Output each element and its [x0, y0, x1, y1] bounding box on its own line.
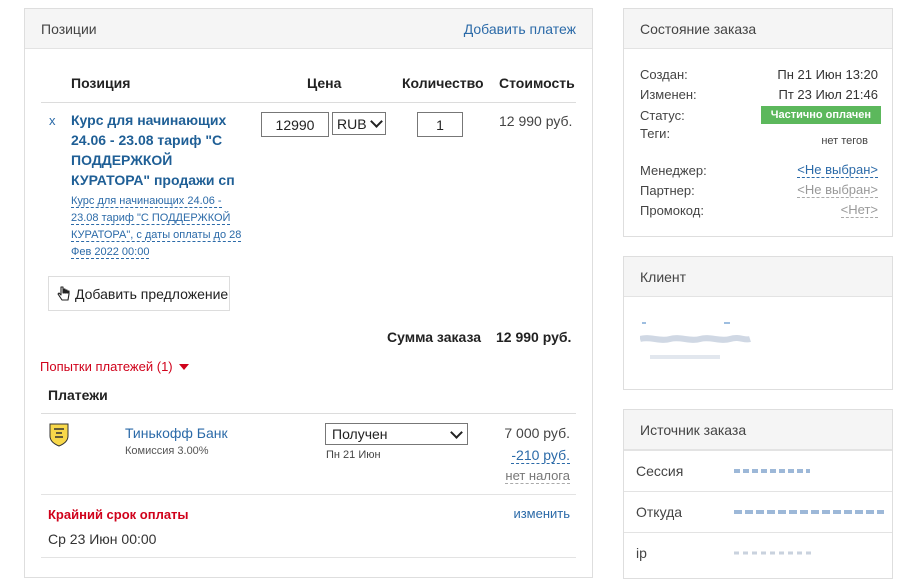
price-input[interactable]: 12990 [261, 112, 329, 137]
tags-label: Теги: [640, 126, 671, 141]
tinkoff-logo-icon [49, 423, 69, 447]
manager-row: Менеджер: <Не выбран> [640, 160, 878, 180]
order-sum-value: 12 990 руб. [496, 329, 572, 345]
payment-tax-link[interactable]: нет налога [505, 468, 570, 484]
payment-attempts-toggle[interactable]: Попытки платежей (1) [40, 359, 189, 374]
quantity-input-value: 1 [436, 116, 444, 133]
manager-select-link[interactable]: <Не выбран> [797, 162, 878, 178]
payment-status-select[interactable]: Получен [325, 423, 468, 445]
currency-select[interactable]: RUB [332, 112, 386, 135]
deadline-label: Крайний срок оплаты [48, 507, 189, 522]
payment-fee-link[interactable]: -210 руб. [511, 447, 570, 464]
payment-bank-link[interactable]: Тинькофф Банк [125, 425, 228, 441]
positions-header: Позиции Добавить платеж [25, 9, 592, 49]
created-row: Создан: Пн 21 Июн 13:20 [640, 64, 878, 84]
deadline-divider [41, 557, 576, 558]
source-session-row: Сессия [624, 450, 892, 491]
status-row: Статус: Частично оплачен [640, 105, 881, 125]
client-header: Клиент [624, 257, 892, 297]
changed-row: Изменен: Пт 23 Июл 21:46 [640, 84, 878, 104]
tags-value: нет тегов [821, 135, 868, 147]
redacted-scribble-icon [639, 322, 751, 359]
changed-label: Изменен: [640, 86, 697, 102]
partner-label: Партнер: [640, 182, 695, 198]
quantity-input[interactable]: 1 [417, 112, 463, 137]
redacted-url-icon [734, 510, 884, 514]
item-cost: 12 990 руб. [499, 113, 573, 129]
hand-pointer-icon [57, 285, 70, 301]
add-offer-label: Добавить предложение [75, 285, 229, 302]
header-divider [41, 102, 576, 103]
payment-tax-text[interactable]: нет налога [505, 468, 570, 484]
add-offer-button[interactable]: Добавить предложение [48, 276, 230, 311]
source-title: Источник заказа [640, 421, 747, 438]
remove-item-button[interactable]: x [49, 113, 56, 128]
client-info-redacted [639, 317, 760, 367]
column-quantity: Количество [402, 75, 484, 91]
promo-select-link[interactable]: <Нет> [840, 202, 878, 218]
source-session-label: Сессия [636, 463, 684, 479]
manager-label: Менеджер: [640, 162, 707, 178]
source-header: Источник заказа [624, 410, 892, 450]
order-state-header: Состояние заказа [624, 9, 892, 49]
payment-amount: 7 000 руб. [504, 425, 570, 441]
payment-divider [41, 494, 576, 495]
currency-select-value: RUB [337, 115, 367, 132]
redacted-ip-icon [734, 551, 812, 555]
promo-row: Промокод: <Нет> [640, 200, 878, 220]
payment-date: Пн 21 Июн [326, 449, 381, 461]
order-state-panel: Состояние заказа Создан: Пн 21 Июн 13:20… [623, 8, 893, 237]
status-badge: Частично оплачен [760, 106, 881, 124]
deadline-value: Ср 23 Июн 00:00 [48, 531, 157, 547]
created-value: Пн 21 Июн 13:20 [777, 66, 878, 82]
price-input-value: 12990 [275, 116, 315, 133]
positions-title: Позиции [41, 20, 97, 37]
client-panel: Клиент [623, 256, 893, 390]
item-offer-link-text[interactable]: Курс для начинающих 24.06 - 23.08 тариф … [71, 195, 242, 259]
deadline-change-link[interactable]: изменить [513, 506, 570, 521]
payment-status-value: Получен [332, 426, 388, 442]
source-ip-label: ip [636, 545, 647, 561]
caret-down-icon [178, 363, 189, 370]
chevron-down-icon [450, 425, 463, 439]
column-price: Цена [307, 75, 342, 91]
item-title: Курс для начинающих 24.06 - 23.08 тариф … [71, 112, 235, 188]
chevron-down-icon [370, 115, 383, 128]
status-label: Статус: [640, 107, 685, 123]
promo-label: Промокод: [640, 202, 704, 218]
payments-heading: Платежи [48, 387, 108, 403]
source-from-row: Откуда [624, 491, 892, 532]
source-ip-row: ip [624, 532, 892, 573]
payment-attempts-label: Попытки платежей (1) [40, 359, 173, 374]
order-state-title: Состояние заказа [640, 20, 757, 37]
column-position: Позиция [71, 75, 131, 91]
payment-fee-text[interactable]: -210 руб. [511, 447, 570, 464]
created-label: Создан: [640, 66, 688, 82]
changed-value: Пт 23 Июл 21:46 [778, 86, 878, 102]
partner-select-link[interactable]: <Не выбран> [797, 182, 878, 198]
add-payment-link[interactable]: Добавить платеж [464, 21, 576, 37]
column-cost: Стоимость [499, 75, 575, 91]
positions-panel: Позиции Добавить платеж Позиция Цена Кол… [24, 8, 593, 578]
order-sum-label: Сумма заказа [387, 329, 482, 345]
item-offer-link[interactable]: Курс для начинающих 24.06 - 23.08 тариф … [71, 193, 249, 261]
client-title: Клиент [640, 268, 687, 285]
redacted-session-icon [734, 469, 810, 473]
source-from-label: Откуда [636, 504, 683, 520]
partner-row: Партнер: <Не выбран> [640, 180, 878, 200]
payment-commission: Комиссия 3.00% [125, 445, 209, 457]
payments-divider [41, 413, 576, 414]
source-panel: Источник заказа Сессия Откуда ip [623, 409, 893, 579]
